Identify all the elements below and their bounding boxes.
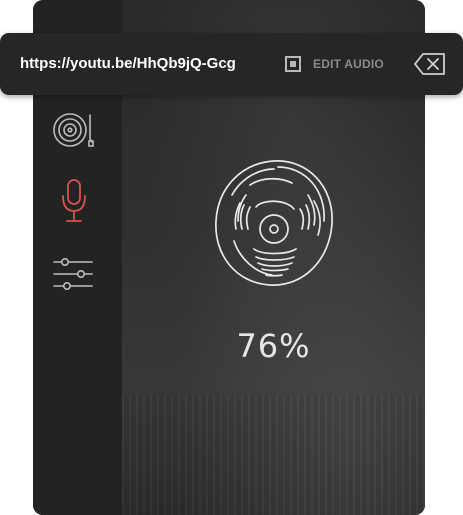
backspace-icon <box>414 53 445 75</box>
edit-audio-label[interactable]: EDIT AUDIO <box>313 33 384 95</box>
vinyl-record-icon <box>210 155 340 295</box>
url-bar: https://youtu.be/HhQb9jQ-Gcg EDIT AUDIO <box>0 33 463 95</box>
clear-url-button[interactable] <box>413 52 447 76</box>
edit-audio-checkbox[interactable] <box>285 56 301 72</box>
video-url[interactable]: https://youtu.be/HhQb9jQ-Gcg <box>20 33 236 95</box>
progress-percent: 76% <box>236 327 311 365</box>
